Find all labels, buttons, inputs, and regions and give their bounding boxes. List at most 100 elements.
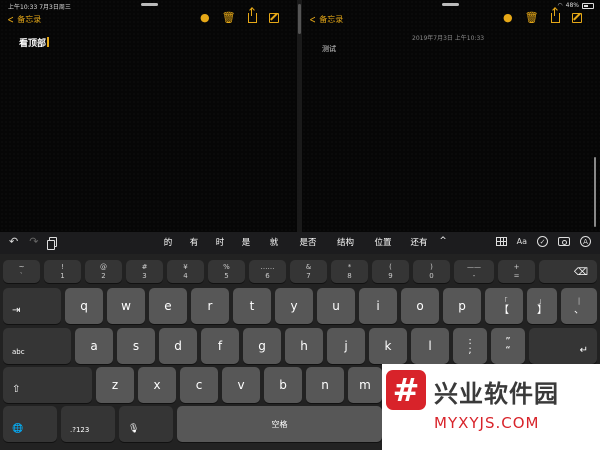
key-4[interactable]: ¥4 (167, 260, 204, 283)
key-2[interactable]: @2 (85, 260, 122, 283)
key-5[interactable]: % 5 (208, 260, 245, 283)
undo-icon[interactable]: ↶ (9, 236, 18, 248)
globe-key[interactable]: 🌐 (3, 406, 57, 442)
key-top: + (513, 262, 520, 271)
key-r[interactable]: r (191, 288, 229, 324)
key-d[interactable]: d (159, 328, 197, 364)
key-g[interactable]: g (243, 328, 281, 364)
candidate-item[interactable]: 有 (181, 236, 207, 248)
key-k[interactable]: k (369, 328, 407, 364)
key-8[interactable]: * 8 (331, 260, 368, 283)
candidate-item[interactable]: 的 (155, 236, 181, 248)
split-view-handle[interactable] (298, 4, 301, 34)
key-b[interactable]: b (264, 367, 302, 403)
key-backslash[interactable]: |、 (561, 288, 597, 324)
shift-icon: ⇧ (12, 384, 21, 395)
left-note-title[interactable]: 看顶部 (19, 36, 49, 49)
key-minus[interactable]: —— - (454, 260, 494, 283)
key-top: @ (100, 262, 107, 271)
caps-lock-key[interactable]: abc (3, 328, 71, 364)
camera-icon[interactable] (558, 237, 570, 246)
checklist-icon[interactable]: ✓ (537, 236, 548, 247)
compose-icon[interactable] (571, 13, 582, 23)
numbers-key[interactable]: .?123 (61, 406, 115, 442)
globe-icon: 🌐 (12, 424, 24, 434)
markup-icon[interactable]: A (580, 236, 591, 247)
key-0[interactable]: ) 0 (413, 260, 450, 283)
table-icon[interactable] (495, 237, 507, 246)
paste-icon[interactable] (47, 237, 58, 250)
candidate-item[interactable]: 位置 (364, 236, 402, 248)
add-person-icon[interactable]: ● (503, 12, 513, 24)
shift-key[interactable]: ⇧ (3, 367, 92, 403)
left-back-button[interactable]: < 备忘录 (6, 14, 41, 25)
key-o[interactable]: o (401, 288, 439, 324)
key-t[interactable]: t (233, 288, 271, 324)
key-e[interactable]: e (149, 288, 187, 324)
key-f[interactable]: f (201, 328, 239, 364)
key-y[interactable]: y (275, 288, 313, 324)
key-h[interactable]: h (285, 328, 323, 364)
add-person-icon[interactable]: ● (200, 12, 210, 24)
space-key[interactable]: 空格 (177, 406, 382, 442)
key-top: —— (467, 262, 481, 271)
key-n[interactable]: n (306, 367, 344, 403)
return-key[interactable]: ↵ (529, 328, 597, 364)
key-semicolon[interactable]: :; (453, 328, 487, 364)
right-back-button[interactable]: < 备忘录 (308, 14, 343, 25)
candidate-item[interactable]: 时 (207, 236, 233, 248)
delete-key[interactable]: ⌫ (539, 260, 597, 283)
key-7[interactable]: & 7 (290, 260, 327, 283)
format-button[interactable]: Aa (517, 237, 527, 246)
key-a[interactable]: a (75, 328, 113, 364)
key-1[interactable]: ! 1 (44, 260, 81, 283)
key-quote[interactable]: ” “ (491, 328, 525, 364)
scroll-indicator[interactable] (594, 157, 596, 227)
key-9[interactable]: (9 (372, 260, 409, 283)
share-icon[interactable] (247, 8, 257, 23)
key-i[interactable]: i (359, 288, 397, 324)
tab-key[interactable]: ⇥ (3, 288, 61, 324)
candidate-item[interactable]: 就 (259, 236, 289, 248)
candidate-item[interactable]: 是否 (289, 236, 327, 248)
key-v[interactable]: v (222, 367, 260, 403)
right-toolbar: ● 🗑 (503, 8, 582, 24)
key-backtick[interactable]: ~ ` (3, 260, 40, 283)
candidate-expand-icon[interactable]: ^ (436, 236, 450, 248)
key-x[interactable]: x (138, 367, 176, 403)
trash-icon[interactable]: 🗑 (525, 12, 539, 24)
key-equals[interactable]: + = (498, 260, 535, 283)
candidate-item[interactable]: 还有 (402, 236, 436, 248)
key-p[interactable]: p (443, 288, 481, 324)
key-u[interactable]: u (317, 288, 355, 324)
right-app-grabber[interactable] (442, 3, 459, 6)
watermark-badge: # (386, 370, 426, 410)
right-note-body[interactable]: 测试 (322, 44, 336, 54)
key-top: ! (61, 262, 64, 271)
redo-icon[interactable]: ↷ (29, 236, 38, 248)
key-l[interactable]: l (411, 328, 449, 364)
key-z[interactable]: z (96, 367, 134, 403)
key-top: ¥ (183, 262, 188, 271)
key-bottom: 4 (183, 271, 188, 280)
key-3[interactable]: #3 (126, 260, 163, 283)
compose-icon[interactable] (268, 13, 279, 23)
dictation-key[interactable]: 🎙 (119, 406, 173, 442)
candidate-item[interactable]: 是 (233, 236, 259, 248)
key-c[interactable]: c (180, 367, 218, 403)
candidate-item[interactable]: 结构 (327, 236, 364, 248)
key-m[interactable]: m (348, 367, 382, 403)
key-bottom: 8 (347, 271, 352, 280)
key-s[interactable]: s (117, 328, 155, 364)
key-left-bracket[interactable]: 「【 (485, 288, 523, 324)
left-note-pane[interactable] (0, 0, 297, 232)
trash-icon[interactable]: 🗑 (222, 12, 236, 24)
split-view-divider[interactable] (297, 0, 302, 232)
key-w[interactable]: w (107, 288, 145, 324)
key-q[interactable]: q (65, 288, 103, 324)
share-icon[interactable] (550, 8, 560, 23)
key-right-bracket[interactable]: 」】 (527, 288, 557, 324)
key-6[interactable]: …… 6 (249, 260, 286, 283)
left-app-grabber[interactable] (141, 3, 158, 6)
key-j[interactable]: j (327, 328, 365, 364)
